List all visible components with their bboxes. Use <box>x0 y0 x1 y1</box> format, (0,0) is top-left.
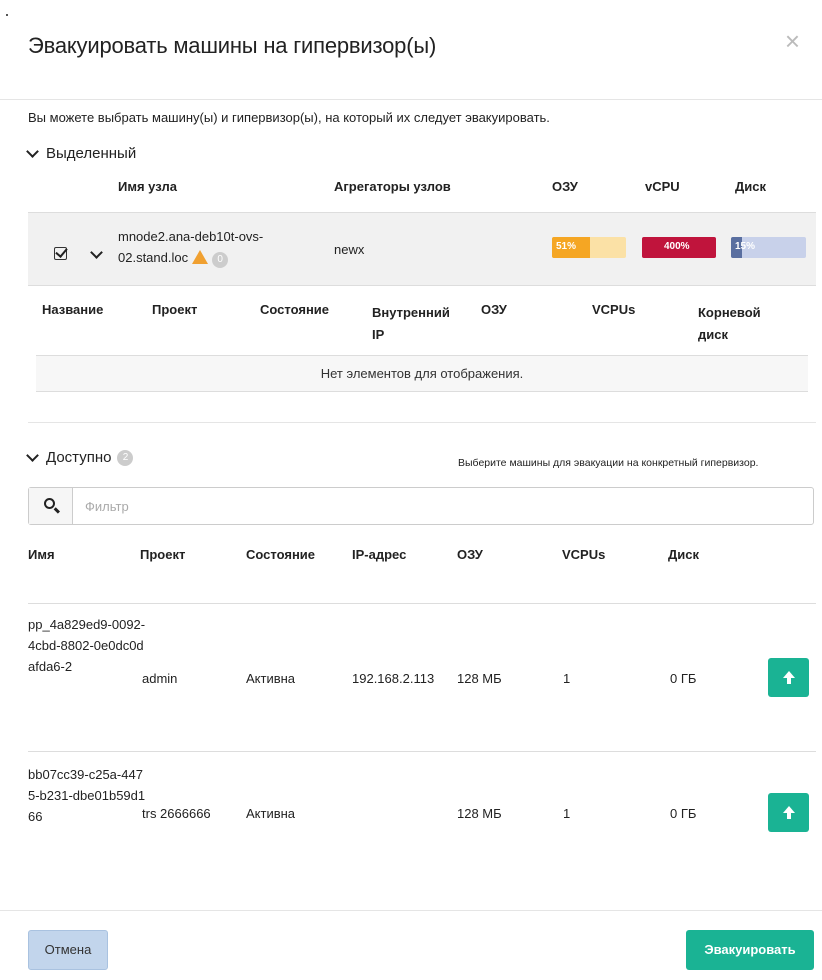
vm-project: trs 2666666 <box>142 806 211 821</box>
header-vm-vcpus: VCPUs <box>562 547 606 562</box>
node-name: mnode2.ana-deb10t-ovs- 02.stand.loc 0 <box>118 226 263 268</box>
disk-usage-label: 15% <box>735 241 756 252</box>
node-name-line2: 02.stand.loc <box>118 250 189 265</box>
vm-vcpus: 1 <box>563 671 571 686</box>
filter-input[interactable] <box>85 496 785 516</box>
vm-status: Активна <box>246 671 296 686</box>
vm-ram: 128 МБ <box>457 671 502 686</box>
header-vm-project: Проект <box>140 547 186 562</box>
header-vm-ip: IP-адрес <box>352 547 407 562</box>
selected-node-row: mnode2.ana-deb10t-ovs- 02.stand.loc 0 new… <box>28 212 816 286</box>
vm-disk: 0 ГБ <box>670 806 697 821</box>
header-vm-name: Имя <box>28 547 55 562</box>
header-vm-disk: Диск <box>668 547 699 562</box>
ram-usage-label: 51% <box>556 241 577 252</box>
arrow-up-icon[interactable] <box>768 658 809 697</box>
header-vm-status: Состояние <box>246 547 316 562</box>
vcpu-usage-bar: 400% <box>642 237 716 258</box>
header-disk: Диск <box>735 179 766 194</box>
available-count-badge: 2 <box>117 449 134 466</box>
available-hint: Выберите машины для эвакуации на конкрет… <box>458 457 759 469</box>
header-vcpu: vCPU <box>645 179 680 194</box>
inner-header-internal-ip-line2: IP <box>372 327 385 342</box>
search-button[interactable] <box>29 488 73 524</box>
available-section-toggle[interactable]: Доступно 2 <box>26 448 134 466</box>
inner-header-project: Проект <box>152 302 198 317</box>
header-vm-ram: ОЗУ <box>457 547 483 562</box>
table-row: pp_4a829ed9-0092-4cbd-8802-0e0dc0dafda6-… <box>28 603 816 751</box>
filter-bar <box>28 487 814 525</box>
inner-header-root-disk: Корневой диск <box>698 302 761 346</box>
intro-text: Вы можете выбрать машину(ы) и гипервизор… <box>28 110 550 125</box>
expand-row-button[interactable] <box>90 245 104 260</box>
ram-usage-bar: 51% <box>552 237 626 258</box>
table-row: bb07cc39-c25a-4475-b231-dbe01b59d166 trs… <box>28 751 816 869</box>
vm-vcpus: 1 <box>563 806 571 821</box>
vcpu-usage-label: 400% <box>664 241 690 252</box>
inner-header-vcpus: VCPUs <box>592 302 636 317</box>
inner-header-ram: ОЗУ <box>481 302 507 317</box>
vm-project: admin <box>142 671 178 686</box>
disk-usage-bar: 15% <box>731 237 806 258</box>
inner-header-status: Состояние <box>260 302 330 317</box>
inner-header-internal-ip: Внутренний IP <box>372 302 450 346</box>
chevron-down-icon <box>90 246 103 259</box>
node-name-line1: mnode2.ana-deb10t-ovs- <box>118 229 264 244</box>
close-icon[interactable]: × <box>785 28 800 54</box>
header-node-name: Имя узла <box>118 179 177 194</box>
selected-section-label: Выделенный <box>46 145 137 162</box>
vm-ram: 128 МБ <box>457 806 502 821</box>
available-section-label: Доступно <box>46 449 112 466</box>
node-instance-count-badge: 0 <box>212 252 229 268</box>
vm-status: Активна <box>246 806 296 821</box>
vm-name: bb07cc39-c25a-4475-b231-dbe01b59d166 <box>28 767 146 824</box>
vm-ip: 192.168.2.113 <box>352 671 435 686</box>
empty-table-message: Нет элементов для отображения. <box>36 356 808 392</box>
modal-header: Эвакуировать машины на гипервизор(ы) × <box>0 0 822 100</box>
vm-name: pp_4a829ed9-0092-4cbd-8802-0e0dc0dafda6-… <box>28 617 146 674</box>
checkbox-icon[interactable] <box>54 247 68 260</box>
modal-title: Эвакуировать машины на гипервизор(ы) <box>28 33 437 58</box>
inner-header-root-disk-line1: Корневой <box>698 305 761 320</box>
section-divider <box>28 422 816 423</box>
node-aggregate: newx <box>334 242 365 257</box>
inner-header-root-disk-line2: диск <box>698 327 728 342</box>
chevron-down-icon <box>26 448 39 462</box>
warning-icon <box>192 250 209 264</box>
inner-header-internal-ip-line1: Внутренний <box>372 305 450 320</box>
vm-disk: 0 ГБ <box>670 671 697 686</box>
selected-section-toggle[interactable]: Выделенный <box>26 144 137 162</box>
header-aggregates: Агрегаторы узлов <box>334 179 451 194</box>
search-icon <box>44 498 55 509</box>
footer-divider <box>0 910 822 911</box>
chevron-down-icon <box>26 144 39 158</box>
arrow-up-icon[interactable] <box>768 793 809 832</box>
cancel-button[interactable]: Отмена <box>28 930 108 970</box>
inner-header-name: Название <box>42 302 104 317</box>
evacuate-button[interactable]: Эвакуировать <box>686 930 814 970</box>
header-ram: ОЗУ <box>552 179 578 194</box>
